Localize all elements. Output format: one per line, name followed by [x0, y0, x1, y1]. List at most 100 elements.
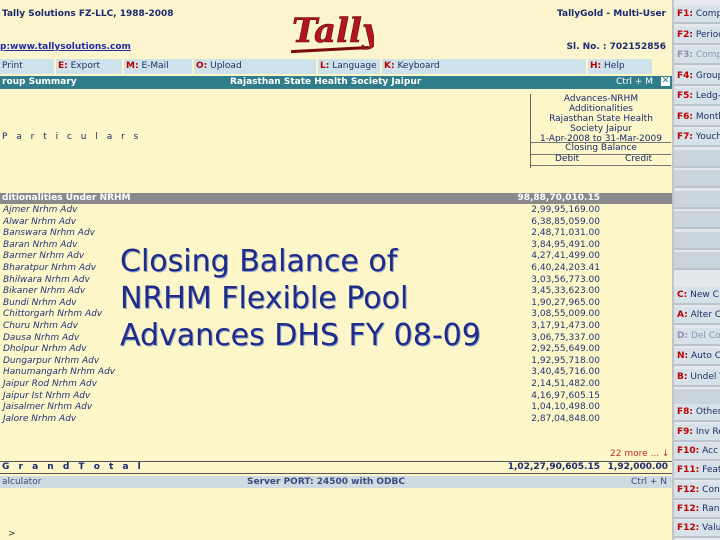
table-row[interactable]: Jaisalmer Nrhm Adv 1,04,10,498.00	[0, 402, 672, 414]
server-port-status: Server PORT: 24500 with ODBC	[247, 477, 405, 487]
b-key: B:	[677, 372, 688, 382]
f12-key: F12:	[677, 485, 700, 495]
language-button[interactable]: L: Language	[318, 59, 381, 74]
f8-other-button[interactable]: F8: Other	[674, 404, 720, 422]
f10-label: Acc	[702, 446, 719, 456]
f7-voucher-button[interactable]: F7: Youch	[674, 129, 720, 147]
f12-range-button[interactable]: F12: Rang	[674, 501, 720, 519]
table-row[interactable]: Banswara Nrhm Adv 2,48,71,031.00	[0, 228, 672, 240]
column-header: Advances-NRHM Additionalities Rajasthan …	[530, 94, 671, 168]
f2-period-button[interactable]: F2: Period	[674, 27, 720, 45]
calculator-shortcut: Ctrl + N	[631, 477, 668, 487]
f9-inventory-button[interactable]: F9: Inv Re	[674, 424, 720, 442]
ledger-name: Chittorgarh Nrhm Adv	[3, 309, 103, 320]
f6-label: Month	[695, 112, 720, 122]
f9-key: F9:	[677, 427, 694, 437]
company-line: Tally Solutions FZ-LLC, 1988-2008	[2, 9, 174, 19]
ledger-name: Jaipur Rod Nrhm Adv	[3, 378, 97, 389]
f9-label: Inv Re	[695, 427, 720, 437]
more-items-link[interactable]: 22 more ... ↓	[610, 449, 669, 459]
ledger-name: Jaipur Ist Nrhm Adv	[3, 390, 91, 401]
f6-monthly-button[interactable]: F6: Month	[674, 109, 720, 127]
product-name: TallyGold - Multi-User	[557, 9, 666, 19]
f5-ledgerwise-button[interactable]: F5: Ledg-w	[674, 88, 720, 106]
f1-company-button[interactable]: F1: Compa	[674, 6, 720, 24]
export-button[interactable]: E: Export	[56, 59, 123, 74]
table-row[interactable]: Hanumangarh Nrhm Adv 3,40,45,716.00	[0, 367, 672, 379]
keyboard-key: K:	[384, 61, 395, 71]
undelete-voucher-button[interactable]: B: Undel V	[674, 369, 720, 387]
grand-total-credit: 1,92,000.00	[607, 462, 668, 472]
table-row[interactable]: Jaipur Ist Nrhm Adv 4,16,97,605.15	[0, 391, 672, 403]
table-row[interactable]: Dungarpur Nrhm Adv 1,92,95,718.00	[0, 356, 672, 368]
ledger-name: Baran Nrhm Adv	[3, 239, 78, 250]
ledger-name: Churu Nrhm Adv	[3, 320, 78, 331]
ledger-value: 1,04,10,498.00	[531, 402, 600, 413]
shortcut-hint: Ctrl + M	[616, 77, 654, 87]
print-button[interactable]: Print	[0, 59, 55, 74]
sidebar-blank-button	[674, 252, 720, 270]
ledger-value: 3,84,95,491.00	[531, 239, 600, 250]
delete-company-button[interactable]: D: Del Co	[674, 328, 720, 346]
ledger-value: 3,40,45,716.00	[531, 367, 600, 378]
email-button[interactable]: M: E-Mail	[124, 59, 193, 74]
f4-key: F4:	[677, 71, 694, 81]
c-label: New C	[690, 290, 719, 300]
upload-label: Upload	[210, 61, 242, 71]
grand-total-debit: 1,02,27,90,605.15	[507, 462, 600, 472]
n-label: Auto C	[691, 351, 720, 361]
f11-label: Feat	[702, 465, 720, 475]
calculator-bar[interactable]: alculator Server PORT: 24500 with ODBC C…	[0, 476, 672, 488]
ledger-value: 2,87,04,848.00	[531, 413, 600, 424]
ledger-value: 1,90,27,965.00	[531, 297, 600, 308]
close-icon[interactable]: ✕	[661, 77, 670, 86]
ledger-value: 2,14,51,482.00	[531, 378, 600, 389]
debit-label: Debit	[555, 154, 580, 164]
f4-label: Group	[695, 71, 720, 81]
calculator-prompt[interactable]: >	[8, 529, 16, 539]
overlay-line-3: Advances DHS FY 08-09	[120, 318, 481, 353]
table-row[interactable]: Ajmer Nrhm Adv 2,99,95,169.00	[0, 205, 672, 217]
f11-features-button[interactable]: F11: Feat	[674, 462, 720, 480]
alter-company-button[interactable]: A: Alter C	[674, 307, 720, 325]
f7-key: F7:	[677, 132, 694, 142]
table-row[interactable]: Alwar Nrhm Adv 6,38,85,059.00	[0, 217, 672, 229]
top-info-bar: Tally Solutions FZ-LLC, 1988-2008 p:www.…	[0, 0, 672, 58]
email-label: E-Mail	[141, 61, 169, 71]
help-label: Help	[604, 61, 625, 71]
ledger-value: 2,92,55,649.00	[531, 344, 600, 355]
f3-company-button[interactable]: F3: Compa	[674, 47, 720, 65]
sidebar-blank-button	[674, 232, 720, 250]
f8-label: Other	[695, 407, 720, 417]
f12-configure-button[interactable]: F12: Conf	[674, 482, 720, 500]
f2-key: F2:	[677, 30, 694, 40]
serial-number: Sl. No. : 702152856	[566, 42, 666, 52]
group-row[interactable]: ditionalities Under NRHM 98,88,70,010.15	[0, 193, 672, 204]
sidebar-blank-button	[674, 150, 720, 168]
f12-value-button[interactable]: F12: Valu	[674, 520, 720, 538]
upload-key: O:	[196, 61, 208, 71]
ledger-value: 6,40,24,203.41	[531, 262, 600, 273]
help-button[interactable]: H: Help	[588, 59, 653, 74]
website-link[interactable]: p:www.tallysolutions.com	[0, 42, 131, 52]
ledger-value: 4,16,97,605.15	[531, 390, 600, 401]
d-label: Del Co	[690, 331, 720, 341]
f10-accounts-button[interactable]: F10: Acc	[674, 443, 720, 461]
ledger-name: Jaisalmer Nrhm Adv	[3, 402, 93, 413]
f12-range-key: F12:	[677, 504, 700, 514]
grand-total-label: G r a n d T o t a l	[2, 462, 144, 472]
upload-button[interactable]: O: Upload	[194, 59, 317, 74]
d-key: D:	[677, 331, 689, 341]
keyboard-button[interactable]: K: Keyboard	[382, 59, 587, 74]
report-title-bar: roup Summary Rajasthan State Health Soci…	[0, 76, 672, 89]
new-company-button[interactable]: C: New C	[674, 287, 720, 305]
table-row[interactable]: Jalore Nrhm Adv 2,87,04,848.00	[0, 414, 672, 426]
auto-column-button[interactable]: N: Auto C	[674, 348, 720, 366]
debit-credit-header: Debit Credit	[531, 154, 671, 166]
ledger-value: 3,17,91,473.00	[531, 320, 600, 331]
f4-group-button[interactable]: F4: Group	[674, 68, 720, 86]
f5-key: F5:	[677, 91, 694, 101]
a-key: A:	[677, 310, 688, 320]
f12-label: Conf	[702, 485, 720, 495]
table-row[interactable]: Jaipur Rod Nrhm Adv 2,14,51,482.00	[0, 379, 672, 391]
